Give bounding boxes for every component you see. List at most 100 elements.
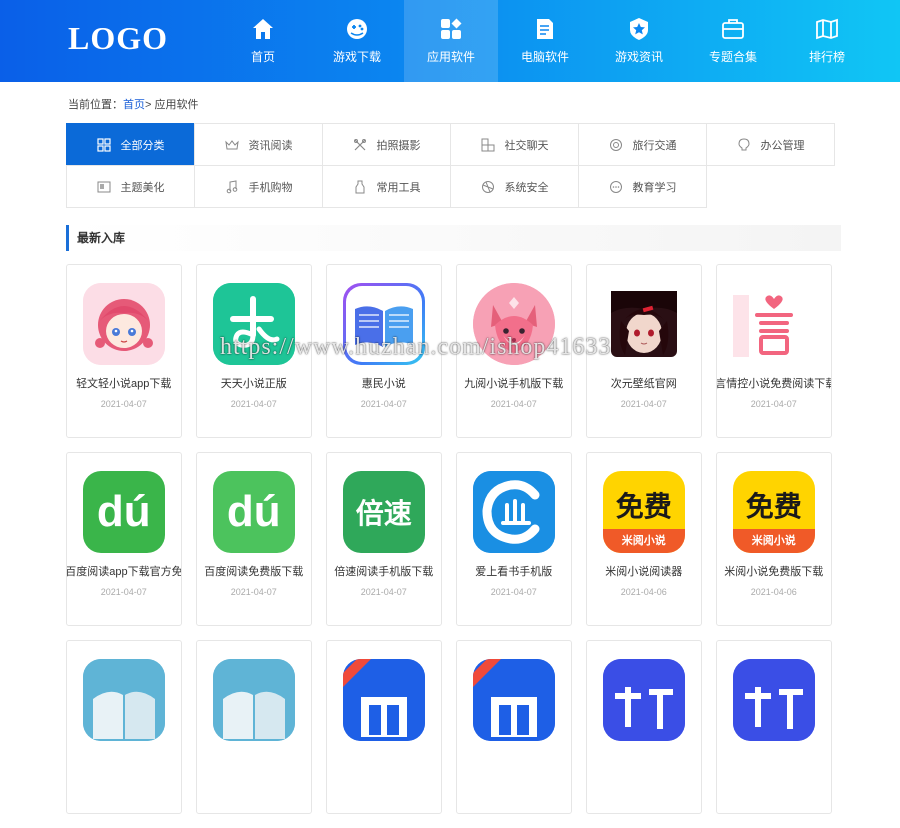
nav-label: 电脑软件 bbox=[520, 50, 569, 64]
site-logo[interactable]: LOGO bbox=[68, 20, 168, 57]
app-card[interactable]: 倍速 倍速阅读手机版下载 2021-04-07 bbox=[326, 452, 442, 626]
category-shopping[interactable]: 手机购物 bbox=[194, 165, 323, 208]
app-card[interactable]: 次元壁纸官网 2021-04-07 bbox=[586, 264, 702, 438]
app-card[interactable]: 九阅小说手机版下载 2021-04-07 bbox=[456, 264, 572, 438]
bulb-icon bbox=[737, 137, 750, 150]
category-photography[interactable]: 拍照摄影 bbox=[322, 123, 451, 166]
nav-label: 游戏资讯 bbox=[614, 50, 663, 64]
pink-fox-icon bbox=[472, 283, 555, 365]
category-label: 资讯阅读 bbox=[248, 139, 293, 152]
ball-icon bbox=[481, 180, 494, 193]
nav-item-topics[interactable]: 专题合集 bbox=[686, 0, 780, 82]
breadcrumb-prefix: 当前位置： bbox=[68, 99, 123, 111]
app-icon-glyph: 免费 bbox=[745, 490, 802, 523]
app-card[interactable]: 天天小说正版 2021-04-07 bbox=[196, 264, 312, 438]
nav-item-home[interactable]: 首页 bbox=[216, 0, 310, 82]
category-label: 社交聊天 bbox=[504, 139, 549, 152]
beisu-logo-icon: 倍速 bbox=[342, 471, 425, 553]
app-date: 2021-04-07 bbox=[360, 587, 407, 597]
category-themes[interactable]: 主题美化 bbox=[66, 165, 195, 208]
category-social-chat[interactable]: 社交聊天 bbox=[450, 123, 579, 166]
star-badge-icon bbox=[630, 18, 648, 40]
app-date: 2021-04-07 bbox=[100, 399, 147, 409]
app-icon-glyph: 倍速 bbox=[355, 497, 412, 530]
nav-label: 排行榜 bbox=[808, 50, 845, 64]
app-name: 米阅小说阅读器 bbox=[605, 566, 683, 578]
app-date: 2021-04-06 bbox=[750, 587, 797, 597]
bottle-icon bbox=[355, 180, 364, 193]
category-label: 教育学习 bbox=[632, 181, 677, 194]
app-card[interactable] bbox=[456, 640, 572, 814]
app-date: 2021-04-07 bbox=[100, 587, 147, 597]
app-card[interactable]: 免费 米阅小说 米阅小说免费版下载 2021-04-06 bbox=[716, 452, 832, 626]
app-date: 2021-04-07 bbox=[490, 587, 537, 597]
map-book-icon bbox=[816, 18, 838, 40]
category-security[interactable]: 系统安全 bbox=[450, 165, 579, 208]
category-label: 手机购物 bbox=[248, 181, 293, 194]
open-book-icon bbox=[342, 283, 425, 365]
tools-cross-icon bbox=[353, 138, 366, 150]
free-read-icon: 免费 米阅小说 bbox=[732, 471, 815, 553]
dark-anime-icon bbox=[602, 283, 685, 365]
app-date: 2021-04-06 bbox=[620, 587, 667, 597]
app-name: 百度阅读app下载官方免费 bbox=[66, 566, 181, 578]
yan-heart-icon bbox=[732, 283, 815, 365]
app-date: 2021-04-07 bbox=[230, 587, 277, 597]
app-name: 天天小说正版 bbox=[220, 378, 287, 390]
category-label: 旅行交通 bbox=[632, 139, 677, 152]
app-card[interactable] bbox=[716, 640, 832, 814]
home-icon bbox=[253, 19, 273, 39]
nav-item-game-news[interactable]: 游戏资讯 bbox=[592, 0, 686, 82]
app-card[interactable] bbox=[586, 640, 702, 814]
app-date: 2021-04-07 bbox=[620, 399, 667, 409]
indigo-read-icon bbox=[602, 659, 685, 741]
category-news-reading[interactable]: 资讯阅读 bbox=[194, 123, 323, 166]
category-label: 主题美化 bbox=[120, 181, 165, 194]
c-book-logo-icon bbox=[472, 471, 555, 553]
blue-official-icon bbox=[472, 659, 555, 741]
document-icon bbox=[537, 19, 553, 39]
breadcrumb-home-link[interactable]: 首页 bbox=[123, 99, 145, 111]
dots-circle-icon bbox=[609, 180, 622, 193]
category-travel[interactable]: 旅行交通 bbox=[578, 123, 707, 166]
app-card[interactable]: 爱上看书手机版 2021-04-07 bbox=[456, 452, 572, 626]
app-card[interactable]: 轻文轻小说app下载 2021-04-07 bbox=[66, 264, 182, 438]
app-icon-glyph: 免费 bbox=[615, 490, 672, 523]
nav-label: 首页 bbox=[250, 50, 275, 64]
briefcase-icon bbox=[722, 19, 744, 39]
app-card[interactable]: 惠民小说 2021-04-07 bbox=[326, 264, 442, 438]
app-row: dú 百度阅读app下载官方免费 2021-04-07 dú 百度阅读免费版下载… bbox=[66, 452, 846, 626]
anime-girl-icon bbox=[82, 283, 165, 365]
app-card[interactable]: dú 百度阅读免费版下载 2021-04-07 bbox=[196, 452, 312, 626]
app-card[interactable] bbox=[326, 640, 442, 814]
nav-item-games[interactable]: 游戏下载 bbox=[310, 0, 404, 82]
app-name: 米阅小说免费版下载 bbox=[724, 566, 824, 578]
du-logo-icon: dú bbox=[212, 471, 295, 553]
app-card[interactable] bbox=[196, 640, 312, 814]
nav-item-rankings[interactable]: 排行榜 bbox=[780, 0, 874, 82]
app-card[interactable]: 言情控小说免费阅读下载 2021-04-07 bbox=[716, 264, 832, 438]
category-tools[interactable]: 常用工具 bbox=[322, 165, 451, 208]
nav-item-apps[interactable]: 应用软件 bbox=[404, 0, 498, 82]
category-office[interactable]: 办公管理 bbox=[706, 123, 835, 166]
category-label: 全部分类 bbox=[120, 139, 165, 152]
category-label: 拍照摄影 bbox=[376, 139, 421, 152]
category-education[interactable]: 教育学习 bbox=[578, 165, 707, 208]
target-icon bbox=[609, 138, 622, 151]
category-all[interactable]: 全部分类 bbox=[66, 123, 195, 166]
book-cyan-icon bbox=[212, 659, 295, 741]
app-date: 2021-04-07 bbox=[230, 399, 277, 409]
category-label: 系统安全 bbox=[504, 181, 549, 194]
app-card[interactable]: dú 百度阅读app下载官方免费 2021-04-07 bbox=[66, 452, 182, 626]
app-date: 2021-04-07 bbox=[490, 399, 537, 409]
apps-grid-icon bbox=[441, 18, 462, 39]
du-logo-icon: dú bbox=[82, 471, 165, 553]
nav-item-pc-software[interactable]: 电脑软件 bbox=[498, 0, 592, 82]
app-card[interactable]: 免费 米阅小说 米阅小说阅读器 2021-04-06 bbox=[586, 452, 702, 626]
breadcrumb-current: 应用软件 bbox=[154, 99, 199, 111]
app-list: 轻文轻小说app下载 2021-04-07 天天小说正版 2021-04-07 bbox=[66, 264, 846, 828]
nav-label: 专题合集 bbox=[708, 50, 757, 64]
app-row bbox=[66, 640, 846, 814]
app-name: 爱上看书手机版 bbox=[475, 566, 553, 578]
app-card[interactable] bbox=[66, 640, 182, 814]
